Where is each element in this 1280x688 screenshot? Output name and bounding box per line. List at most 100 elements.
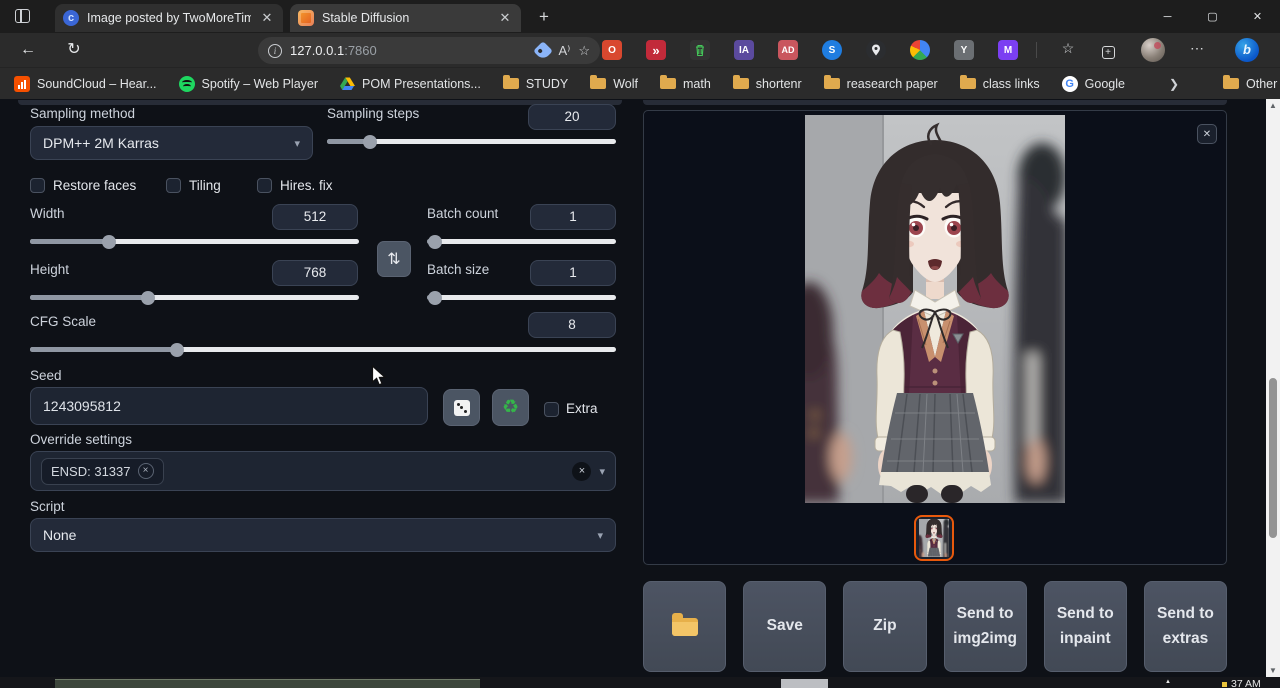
folder-icon — [1223, 78, 1239, 89]
height-slider[interactable] — [30, 295, 359, 300]
extension-adblock-icon[interactable]: AD — [778, 40, 798, 60]
bookmark-soundcloud[interactable]: SoundCloud – Hear... — [14, 76, 157, 92]
tab-overview-icon[interactable] — [12, 6, 34, 26]
batch-count-label: Batch count — [427, 206, 498, 221]
bing-chat-icon[interactable]: b — [1235, 38, 1259, 62]
tray-chevron-icon[interactable]: ▲ — [1165, 679, 1171, 685]
minimize-button[interactable]: ─ — [1145, 0, 1190, 33]
bookmarks-overflow-chevron-icon[interactable]: ❯ — [1169, 77, 1179, 91]
sampling-method-dropdown[interactable]: DPM++ 2M Karras ▾ — [30, 126, 313, 160]
generated-image[interactable] — [805, 115, 1065, 503]
scrollbar-thumb[interactable] — [1269, 378, 1277, 538]
clear-all-icon[interactable]: × — [572, 462, 591, 481]
bookmark-folder-math[interactable]: math — [660, 77, 711, 91]
batch-count-value[interactable]: 1 — [530, 204, 616, 230]
profile-avatar[interactable] — [1141, 38, 1165, 62]
extra-checkbox[interactable] — [544, 402, 559, 417]
shopping-tag-icon[interactable] — [534, 41, 554, 61]
maximize-button[interactable]: ▢ — [1190, 0, 1235, 33]
height-value[interactable]: 768 — [272, 260, 358, 286]
extension-y-icon[interactable]: Y — [954, 40, 974, 60]
url-text: 127.0.0.1:7860 — [290, 43, 528, 58]
slider-handle[interactable] — [363, 135, 377, 149]
script-dropdown[interactable]: None ▾ — [30, 518, 616, 552]
width-value[interactable]: 512 — [272, 204, 358, 230]
swap-dimensions-button[interactable]: ⇅ — [377, 241, 411, 277]
folder-icon — [503, 78, 519, 89]
new-tab-button[interactable]: + — [531, 5, 557, 29]
taskbar-item[interactable] — [781, 679, 828, 688]
scroll-up-icon[interactable]: ▲ — [1266, 99, 1280, 112]
random-seed-button[interactable] — [443, 389, 480, 426]
bookmark-folder-wolf[interactable]: Wolf — [590, 77, 638, 91]
send-to-img2img-button[interactable]: Send to img2img — [944, 581, 1027, 672]
reuse-seed-button[interactable]: ♻ — [492, 389, 529, 426]
extension-internet-archive-icon[interactable]: IA — [734, 40, 754, 60]
back-button[interactable]: ← — [16, 39, 40, 61]
extension-location-pin-icon[interactable] — [866, 40, 886, 60]
cfg-scale-slider[interactable] — [30, 347, 616, 352]
slider-handle[interactable] — [428, 291, 442, 305]
bookmark-folder-study[interactable]: STUDY — [503, 77, 568, 91]
bookmark-folder-reasearch-paper[interactable]: reasearch paper — [824, 77, 938, 91]
extension-o-icon[interactable]: O — [602, 40, 622, 60]
slider-handle[interactable] — [428, 235, 442, 249]
refresh-button[interactable]: ↻ — [62, 39, 86, 61]
add-favorite-icon[interactable]: ☆ — [578, 43, 590, 59]
close-window-button[interactable]: ✕ — [1235, 0, 1280, 33]
tab2-close-icon[interactable]: ✕ — [497, 10, 513, 26]
batch-count-slider[interactable] — [427, 239, 616, 244]
override-settings-label: Override settings — [30, 432, 132, 447]
favorites-list-icon[interactable]: ☆ — [1058, 40, 1078, 57]
tiling-checkbox[interactable] — [166, 178, 181, 193]
extension-trash-icon[interactable] — [690, 40, 710, 60]
restore-faces-checkbox[interactable] — [30, 178, 45, 193]
sampling-steps-slider[interactable] — [327, 139, 616, 144]
gallery-close-button[interactable]: ✕ — [1197, 124, 1217, 144]
width-slider[interactable] — [30, 239, 359, 244]
open-folder-button[interactable] — [643, 581, 726, 672]
save-button[interactable]: Save — [743, 581, 826, 672]
extension-monica-icon[interactable]: M — [998, 40, 1018, 60]
tab-image-posted[interactable]: c Image posted by TwoMoreTimes ✕ — [55, 4, 283, 32]
extension-video-speed-icon[interactable]: » — [646, 40, 666, 60]
bookmark-folder-shortenr[interactable]: shortenr — [733, 77, 802, 91]
taskbar-window-preview[interactable] — [55, 679, 480, 688]
screen: { "browser": { "tabs": [ { "title": "Ima… — [0, 0, 1280, 688]
chip-remove-icon[interactable]: × — [138, 463, 154, 479]
tab1-close-icon[interactable]: ✕ — [259, 10, 275, 26]
seed-input[interactable]: 1243095812 — [30, 387, 428, 425]
send-to-extras-button[interactable]: Send to extras — [1144, 581, 1227, 672]
collections-icon[interactable]: + — [1098, 42, 1118, 59]
slider-handle[interactable] — [170, 343, 184, 357]
cfg-scale-value[interactable]: 8 — [528, 312, 616, 338]
batch-size-slider[interactable] — [427, 295, 616, 300]
extension-shazam-icon[interactable]: S — [822, 40, 842, 60]
hires-fix-checkbox[interactable] — [257, 178, 272, 193]
toolbar-divider — [1036, 42, 1037, 58]
slider-handle[interactable] — [141, 291, 155, 305]
sampling-steps-value[interactable]: 20 — [528, 104, 616, 130]
send-to-inpaint-button[interactable]: Send to inpaint — [1044, 581, 1127, 672]
gallery-thumbnail[interactable] — [914, 515, 954, 561]
site-info-icon[interactable]: i — [268, 44, 282, 58]
bookmark-spotify[interactable]: Spotify – Web Player — [179, 76, 319, 92]
batch-size-value[interactable]: 1 — [530, 260, 616, 286]
other-favorites[interactable]: Other favorites — [1223, 77, 1280, 91]
read-aloud-icon[interactable]: A⁾ — [558, 43, 570, 59]
bookmark-google[interactable]: GGoogle — [1062, 76, 1125, 92]
more-menu-icon[interactable]: ⋯ — [1187, 40, 1207, 57]
scroll-down-icon[interactable]: ▼ — [1266, 664, 1280, 677]
tab-stable-diffusion[interactable]: Stable Diffusion ✕ — [290, 4, 521, 32]
window-controls: ─ ▢ ✕ — [1145, 0, 1280, 33]
zip-button[interactable]: Zip — [843, 581, 926, 672]
override-settings-dropdown[interactable]: ENSD: 31337 × × ▾ — [30, 451, 616, 491]
extension-globe-icon[interactable] — [910, 40, 930, 60]
taskbar-clock[interactable]: 37 AM — [1222, 678, 1261, 688]
bookmark-folder-class-links[interactable]: class links — [960, 77, 1040, 91]
page-scrollbar[interactable]: ▲ ▼ — [1266, 99, 1280, 677]
bookmark-pom[interactable]: POM Presentations... — [340, 77, 481, 91]
address-bar[interactable]: i 127.0.0.1:7860 A⁾ ☆ — [258, 37, 600, 64]
dice-icon — [454, 400, 470, 416]
slider-handle[interactable] — [102, 235, 116, 249]
